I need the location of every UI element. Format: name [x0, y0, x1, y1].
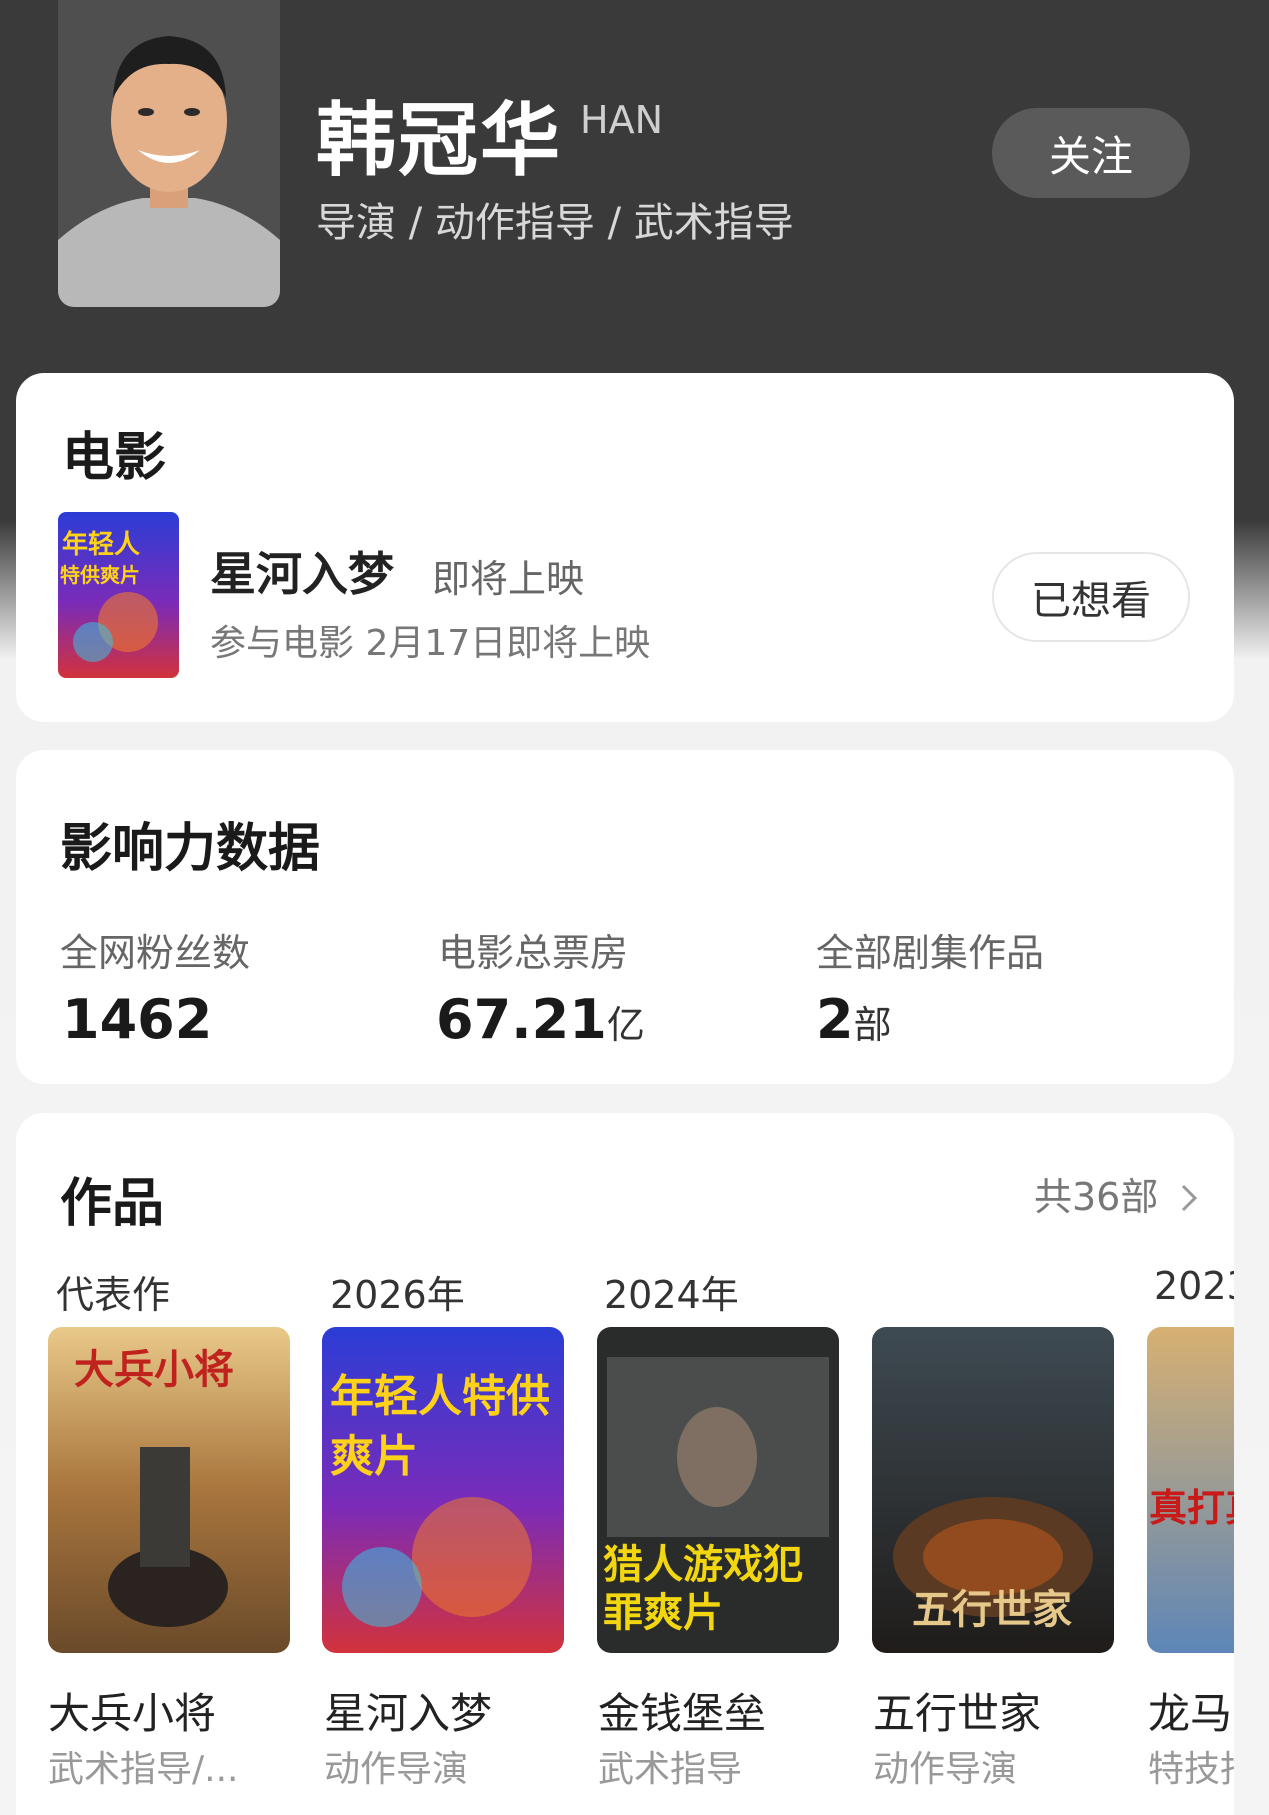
influence-title: 影响力数据	[60, 819, 321, 879]
stat-number: 1462	[62, 988, 213, 1051]
person-name-en: HAN	[580, 98, 663, 142]
work-role: 武术指导/...	[48, 1749, 239, 1790]
person-roles: 导演 / 动作指导 / 武术指导	[316, 200, 794, 246]
work-poster-5[interactable]: 真打真	[1147, 1327, 1234, 1653]
follow-button[interactable]: 关注	[992, 108, 1190, 198]
stat-number: 2	[816, 988, 854, 1051]
chevron-right-icon	[1180, 1178, 1198, 1222]
work-poster-1[interactable]: 大兵小将	[48, 1327, 290, 1653]
poster-title-text: 猎人游戏犯罪爽片	[603, 1542, 803, 1636]
works-total-link[interactable]: 共36部	[1034, 1166, 1198, 1222]
poster-title-text: 大兵小将	[74, 1347, 234, 1393]
work-poster-4[interactable]: 五行世家	[872, 1327, 1114, 1653]
work-role: 武术指导	[598, 1749, 743, 1790]
stat-unit: 部	[853, 1003, 892, 1047]
movie-card: 电影	[16, 373, 1234, 722]
poster-title-text: 五行世家	[912, 1587, 1072, 1633]
work-role: 动作导演	[873, 1749, 1018, 1790]
stat-value-fans: 1462	[62, 988, 212, 1051]
poster-title-text: 年轻人特供爽片	[330, 1371, 550, 1482]
work-year-label: 2024年	[604, 1273, 739, 1317]
work-poster-2[interactable]: 年轻人特供爽片	[322, 1327, 564, 1653]
stat-label-series: 全部剧集作品	[816, 931, 1045, 975]
work-title[interactable]: 龙马	[1148, 1680, 1234, 1741]
works-total-label: 共36部	[1034, 1175, 1159, 1219]
film-title[interactable]: 星河入梦	[210, 538, 394, 604]
work-title[interactable]: 大兵小将	[48, 1680, 216, 1741]
work-role: 动作导演	[324, 1749, 469, 1790]
stat-value-boxoffice: 67.21亿	[436, 988, 645, 1051]
avatar[interactable]	[58, 0, 280, 307]
work-title[interactable]: 五行世家	[873, 1680, 1041, 1741]
stat-number: 67.21	[436, 988, 607, 1051]
film-release-info: 参与电影 2月17日即将上映	[210, 623, 651, 664]
stat-unit: 亿	[606, 1003, 645, 1047]
portrait-image	[58, 0, 280, 307]
work-title[interactable]: 星河入梦	[324, 1680, 492, 1741]
film-status: 即将上映	[432, 557, 585, 601]
stat-value-series: 2部	[816, 988, 892, 1051]
film-poster-text-2: 特供爽片	[60, 563, 140, 587]
work-poster-3[interactable]: 猎人游戏犯罪爽片	[597, 1327, 839, 1653]
movie-section-title: 电影	[62, 428, 167, 488]
work-year-label: 2026年	[330, 1273, 465, 1317]
want-to-watch-button[interactable]: 已想看	[992, 552, 1190, 642]
work-year-label: 代表作	[56, 1273, 171, 1317]
person-name: 韩冠华	[316, 94, 562, 187]
film-poster[interactable]: 年轻人 特供爽片	[58, 512, 179, 678]
work-year-label: 2023	[1154, 1264, 1234, 1308]
work-role: 特技指	[1148, 1749, 1234, 1790]
works-title: 作品	[60, 1174, 165, 1234]
film-poster-text-1: 年轻人	[62, 530, 141, 560]
stat-label-fans: 全网粉丝数	[60, 931, 251, 975]
poster-title-text: 真打真	[1149, 1486, 1234, 1530]
work-title[interactable]: 金钱堡垒	[598, 1680, 766, 1741]
stat-label-boxoffice: 电影总票房	[438, 931, 629, 975]
